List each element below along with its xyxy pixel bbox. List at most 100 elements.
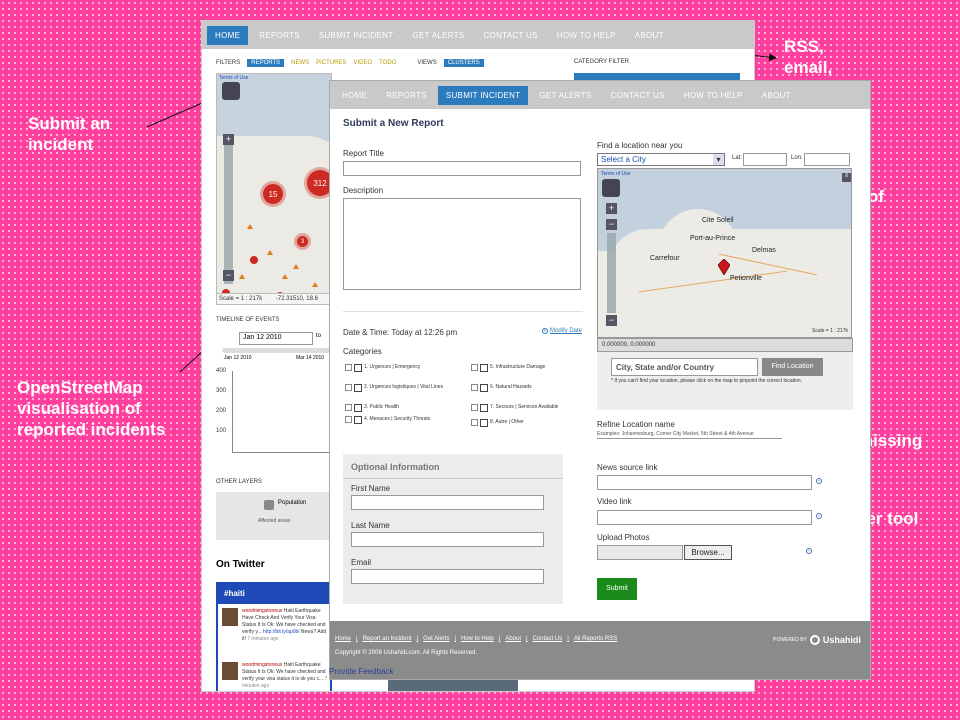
- bg-nav-contact-us[interactable]: CONTACT US: [475, 26, 545, 45]
- category-option[interactable]: 6. Natural Hazards: [471, 384, 532, 392]
- submit-button[interactable]: Submit: [597, 578, 637, 600]
- layer-name[interactable]: Population: [278, 500, 306, 506]
- expand-checkbox[interactable]: [345, 416, 352, 423]
- browse-button[interactable]: Browse...: [684, 545, 732, 560]
- map-hazard-marker[interactable]: [293, 264, 299, 269]
- tweet-user[interactable]: woodmingstoneux: [242, 608, 282, 614]
- bg-nav-submit-incident[interactable]: SUBMIT INCIDENT: [311, 26, 402, 45]
- map-hazard-marker[interactable]: [267, 250, 273, 255]
- provide-feedback-link[interactable]: Provide Feedback: [329, 667, 393, 676]
- footer-link-contact[interactable]: Contact Us: [533, 636, 563, 642]
- location-search-input[interactable]: City, State and/or Country: [611, 358, 758, 376]
- zoom-in-icon[interactable]: +: [223, 134, 234, 145]
- category-checkbox[interactable]: [354, 364, 362, 372]
- nav-home[interactable]: HOME: [334, 86, 375, 105]
- map-pan-control-icon[interactable]: [602, 179, 620, 197]
- timeline-slider[interactable]: [222, 348, 332, 353]
- lon-input[interactable]: [804, 153, 850, 166]
- last-name-input[interactable]: [351, 532, 544, 547]
- bg-nav-home[interactable]: HOME: [207, 25, 249, 45]
- powered-by[interactable]: POWERED BY Ushahidi: [773, 635, 861, 645]
- map-hazard-marker[interactable]: [312, 282, 318, 287]
- nav-how-to-help[interactable]: HOW TO HELP: [676, 86, 751, 105]
- category-option[interactable]: 7. Secours | Services Available: [471, 404, 558, 412]
- location-map[interactable]: Terms of Use + − − ≡ Cite Soleil Port-au…: [597, 168, 852, 338]
- zoom-out-icon[interactable]: −: [606, 219, 617, 230]
- category-option[interactable]: 1. Urgences | Emergency: [345, 364, 420, 372]
- zoom-out-icon[interactable]: −: [223, 270, 234, 281]
- footer-link-about[interactable]: About: [505, 636, 521, 642]
- report-title-input[interactable]: [343, 161, 581, 176]
- tweet-user[interactable]: woodmingstoneux: [242, 662, 282, 668]
- add-news-icon[interactable]: +: [816, 478, 822, 484]
- layer-switcher-icon[interactable]: ≡: [842, 173, 851, 182]
- category-checkbox[interactable]: [354, 384, 362, 392]
- nav-about[interactable]: ABOUT: [754, 86, 799, 105]
- expand-checkbox[interactable]: [471, 364, 478, 371]
- expand-checkbox[interactable]: [471, 384, 478, 391]
- lat-input[interactable]: [743, 153, 787, 166]
- map-cluster[interactable]: 15: [263, 184, 283, 204]
- map-hazard-marker[interactable]: [239, 274, 245, 279]
- expand-checkbox[interactable]: [345, 384, 352, 391]
- video-link-input[interactable]: [597, 510, 812, 525]
- filter-news[interactable]: NEWS: [291, 60, 309, 66]
- zoom-in-icon[interactable]: +: [606, 203, 617, 214]
- bg-nav-reports[interactable]: REPORTS: [251, 26, 308, 45]
- map-terms-link[interactable]: Terms of Use: [219, 75, 248, 81]
- filter-pictures[interactable]: PICTURES: [316, 60, 346, 66]
- email-input[interactable]: [351, 569, 544, 584]
- filter-video[interactable]: VIDEO: [353, 60, 372, 66]
- find-location-button[interactable]: Find Location: [762, 358, 823, 376]
- map-pan-control-icon[interactable]: [222, 82, 240, 100]
- category-option[interactable]: 3. Public Health: [345, 404, 399, 412]
- footer-link-alerts[interactable]: Get Alerts: [423, 636, 449, 642]
- bg-nav-about[interactable]: ABOUT: [627, 26, 672, 45]
- filter-todo[interactable]: TODO: [379, 60, 396, 66]
- zoom-out-icon[interactable]: −: [606, 315, 617, 326]
- map-hazard-marker[interactable]: [282, 274, 288, 279]
- tweet-link[interactable]: http://bit.ly/ap0bl: [263, 629, 299, 635]
- expand-checkbox[interactable]: [471, 419, 478, 426]
- view-clusters[interactable]: CLUSTERS: [443, 59, 484, 67]
- footer-link-rss[interactable]: All Reports RSS: [574, 636, 617, 642]
- nav-submit-incident[interactable]: SUBMIT INCIDENT: [437, 85, 529, 105]
- category-checkbox[interactable]: [480, 384, 488, 392]
- add-video-icon[interactable]: +: [816, 513, 822, 519]
- category-option[interactable]: 5. Infrastructure Damage: [471, 364, 545, 372]
- first-name-input[interactable]: [351, 495, 544, 510]
- incident-map[interactable]: Terms of Use + − 312 15 3 Scale = 1 : 21…: [216, 73, 332, 305]
- map-cluster[interactable]: 3: [297, 236, 308, 247]
- footer-link-help[interactable]: How to Help: [461, 636, 494, 642]
- expand-checkbox[interactable]: [345, 364, 352, 371]
- category-option[interactable]: 8. Autre | Other: [471, 419, 524, 427]
- expand-checkbox[interactable]: [345, 404, 352, 411]
- footer-link-report[interactable]: Report an Incident: [363, 636, 412, 642]
- add-photo-icon[interactable]: +: [806, 548, 812, 554]
- map-marker[interactable]: [250, 256, 258, 264]
- layer-swatch[interactable]: [264, 500, 274, 510]
- nav-reports[interactable]: REPORTS: [378, 86, 435, 105]
- timeline-start-select[interactable]: Jan 12 2010: [239, 332, 313, 345]
- location-marker-icon[interactable]: [718, 259, 730, 275]
- footer-link-home[interactable]: Home: [335, 636, 351, 642]
- city-select[interactable]: Select a City: [597, 153, 725, 166]
- category-checkbox[interactable]: [354, 404, 362, 412]
- map-terms-link[interactable]: Terms of Use: [601, 171, 630, 177]
- map-zoom-bar[interactable]: [224, 134, 233, 284]
- description-textarea[interactable]: [343, 198, 581, 290]
- refine-location-input[interactable]: [597, 438, 782, 439]
- category-option[interactable]: 4. Menaces | Security Threats: [345, 416, 450, 424]
- news-source-input[interactable]: [597, 475, 812, 490]
- bg-nav-how-to-help[interactable]: HOW TO HELP: [549, 26, 624, 45]
- nav-get-alerts[interactable]: GET ALERTS: [531, 86, 599, 105]
- category-checkbox[interactable]: [480, 404, 488, 412]
- category-checkbox[interactable]: [480, 419, 488, 427]
- upload-photos-field[interactable]: [597, 545, 683, 560]
- expand-checkbox[interactable]: [471, 404, 478, 411]
- nav-contact-us[interactable]: CONTACT US: [602, 86, 672, 105]
- filter-reports[interactable]: REPORTS: [247, 59, 285, 67]
- modify-date-link[interactable]: + Modify Date: [542, 328, 582, 334]
- map-zoom-bar[interactable]: [607, 233, 616, 313]
- bg-nav-get-alerts[interactable]: GET ALERTS: [404, 26, 472, 45]
